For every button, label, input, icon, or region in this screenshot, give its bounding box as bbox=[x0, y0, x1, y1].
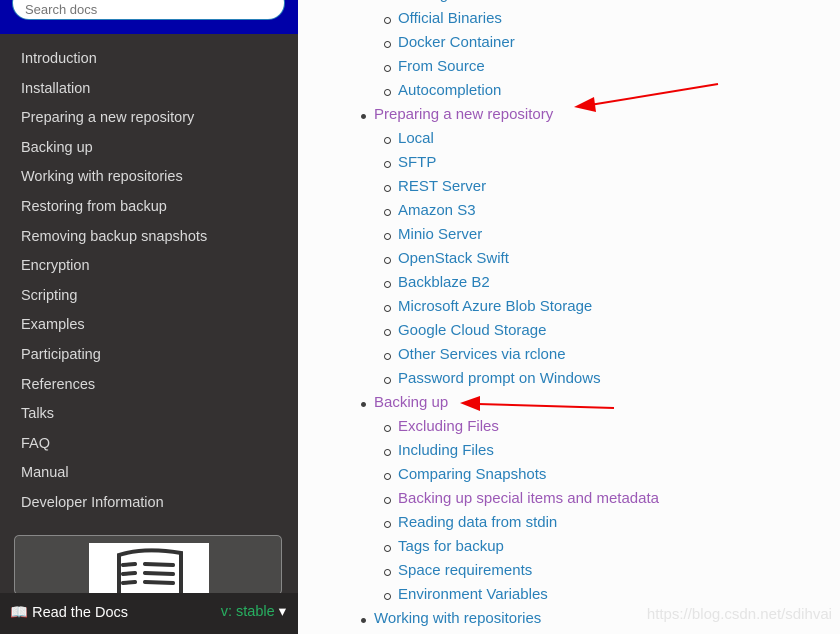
annotation-arrows bbox=[460, 83, 719, 411]
watermark: https://blog.csdn.net/sdihvai bbox=[646, 606, 832, 623]
red-arrow bbox=[574, 83, 719, 112]
red-arrow bbox=[460, 396, 615, 411]
